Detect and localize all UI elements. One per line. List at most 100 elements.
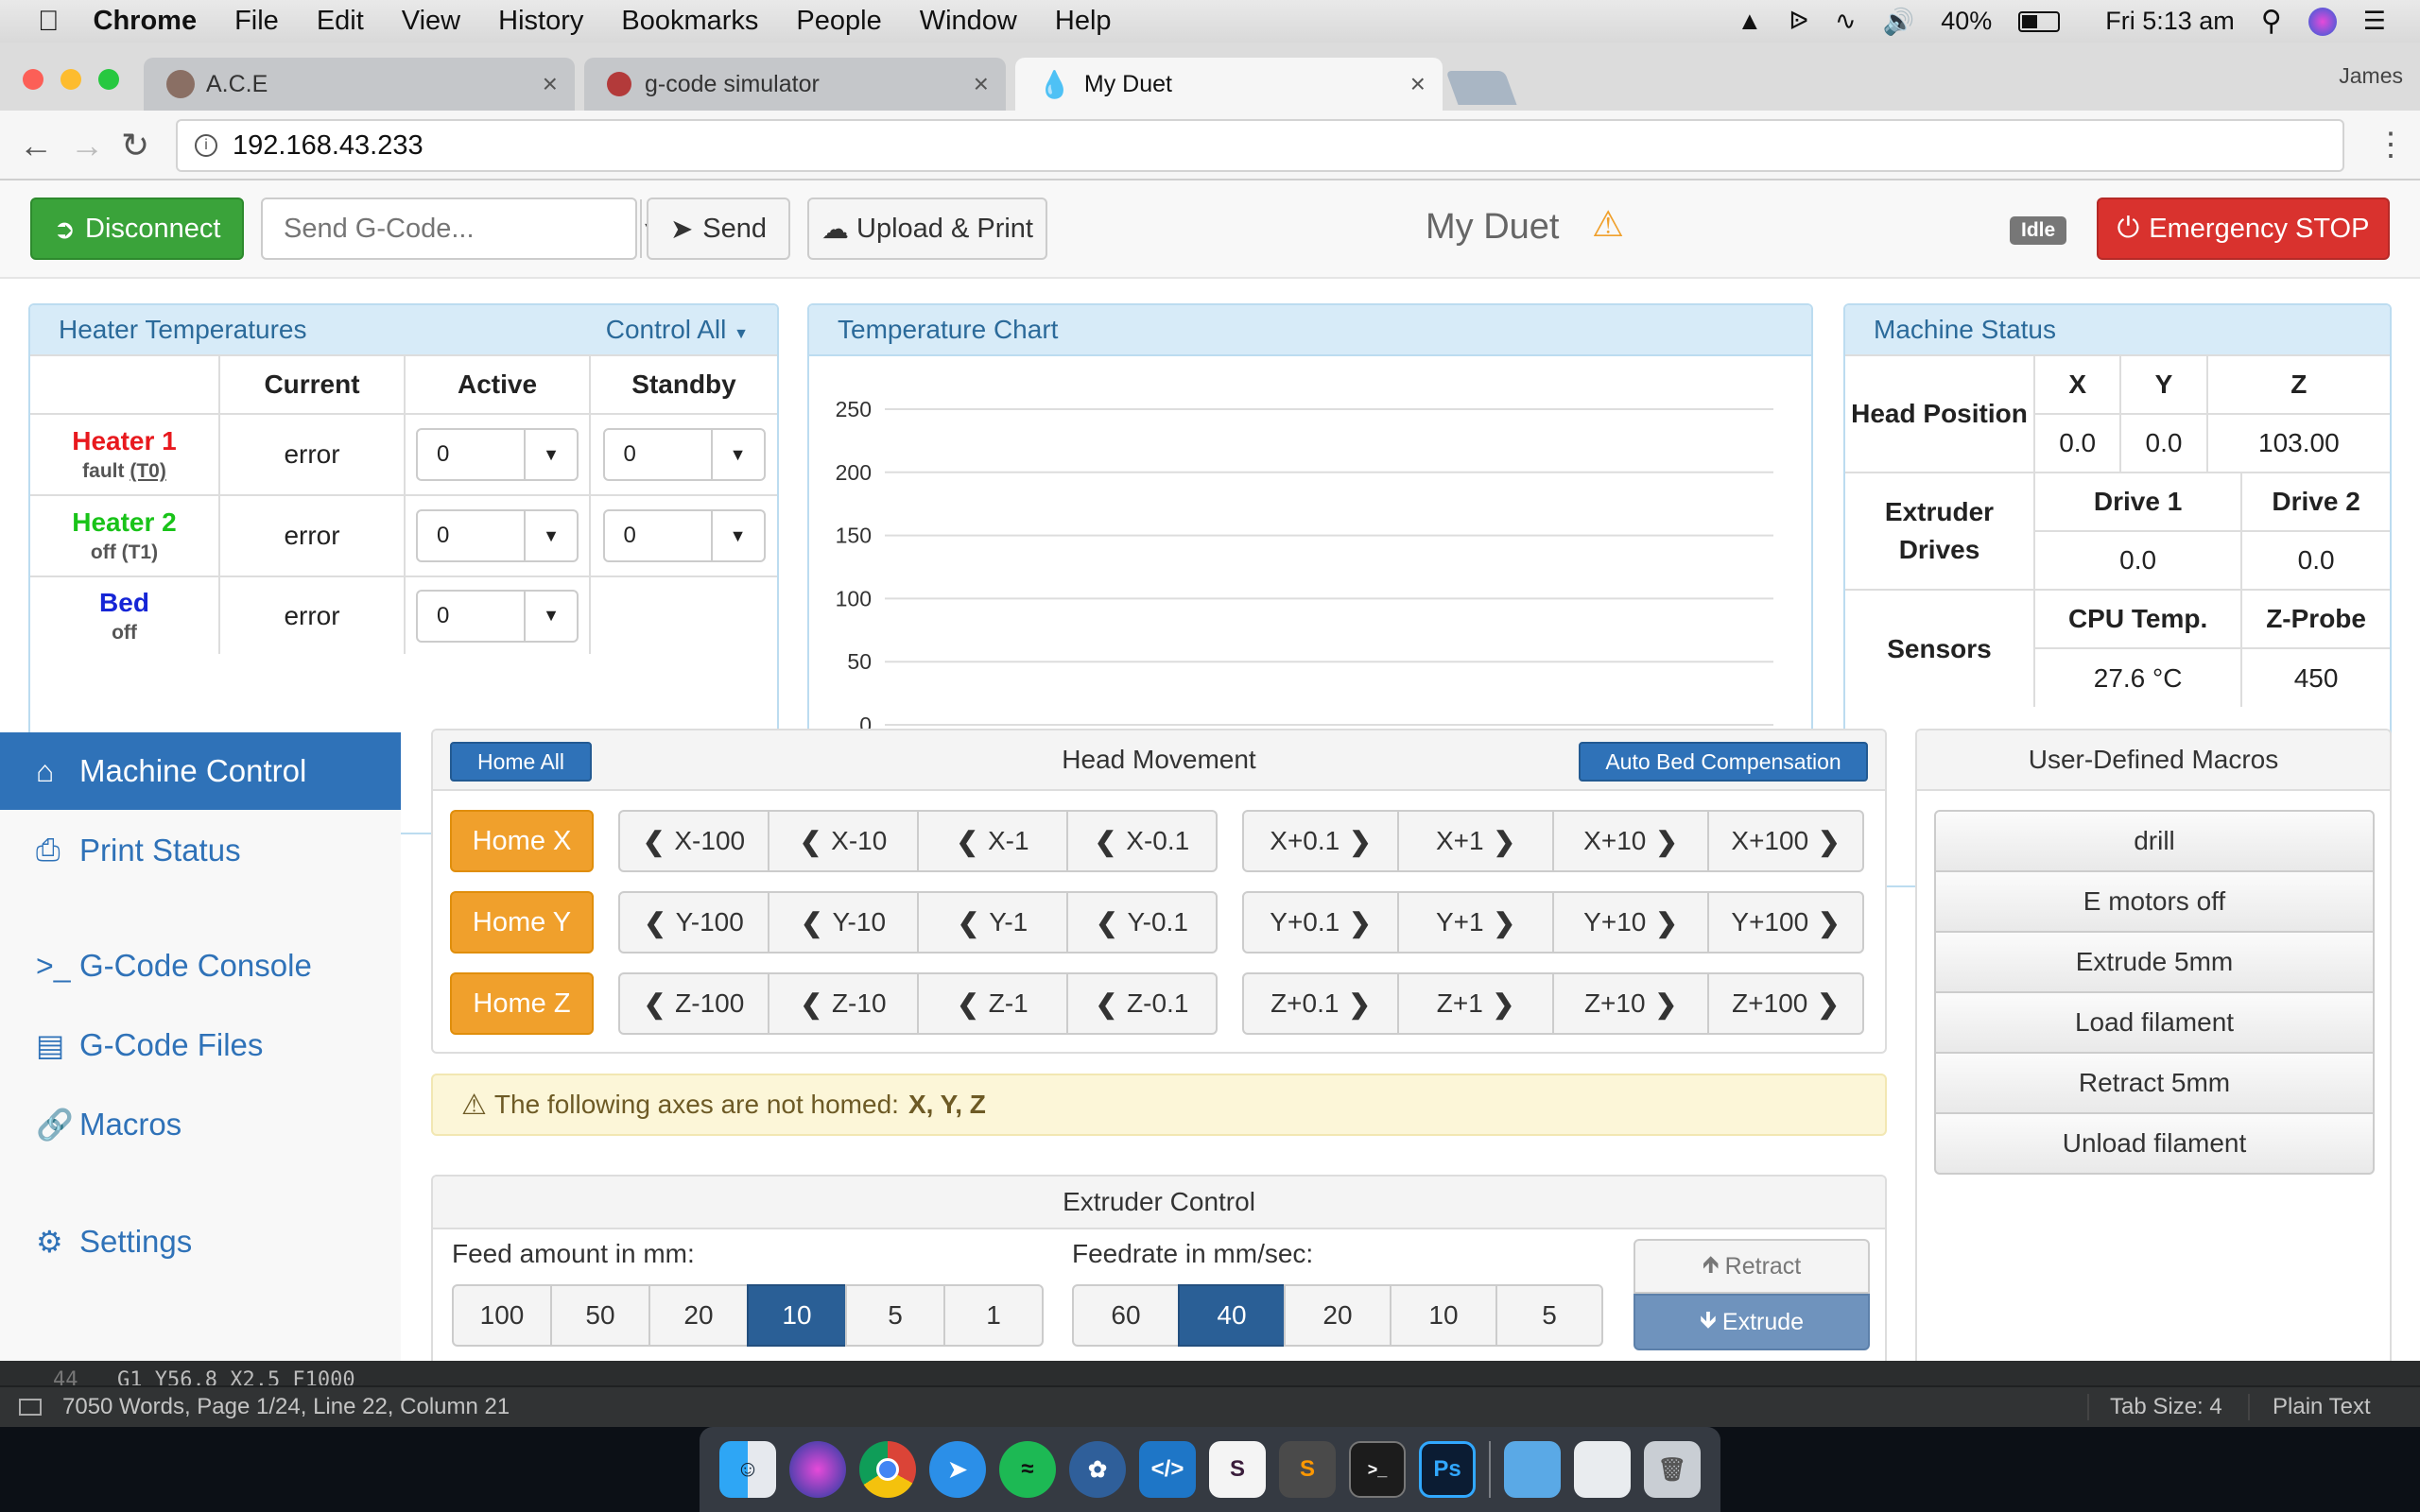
feed-option[interactable]: 100 (452, 1284, 552, 1347)
volume-icon[interactable]: 🔊 (1883, 7, 1915, 37)
macro-button[interactable]: Extrude 5mm (1934, 931, 2375, 993)
heater-tool-link[interactable]: (T0) (130, 460, 166, 482)
close-tab-icon[interactable]: × (543, 69, 558, 99)
browser-tab-ace[interactable]: A.C.E × (144, 58, 575, 111)
jog-button[interactable]: Z+10 ❯ (1552, 972, 1709, 1035)
sidebar-item-macros[interactable]: 🔗 Macros (0, 1086, 401, 1163)
menu-edit[interactable]: Edit (317, 6, 364, 37)
close-tab-icon[interactable]: × (1410, 69, 1426, 99)
heater-name[interactable]: Bed (30, 588, 218, 618)
profile-name[interactable]: James (2339, 63, 2403, 89)
disconnect-button[interactable]: ➲ Disconnect (30, 198, 244, 260)
sidebar-item-gcode-files[interactable]: ▤ G-Code Files (0, 1006, 401, 1084)
menu-people[interactable]: People (796, 6, 881, 37)
menu-window[interactable]: Window (920, 6, 1017, 37)
jog-button[interactable]: ❮ Y-0.1 (1066, 891, 1218, 954)
jog-button[interactable]: ❮ X-100 (618, 810, 769, 872)
macro-button[interactable]: Unload filament (1934, 1112, 2375, 1175)
clock[interactable]: Fri 5:13 am (2105, 7, 2235, 36)
drive-icon[interactable]: ▲ (1737, 7, 1762, 36)
jog-button[interactable]: ❮ Z-1 (917, 972, 1068, 1035)
macro-button[interactable]: Load filament (1934, 991, 2375, 1054)
feed-option[interactable]: 5 (845, 1284, 945, 1347)
reload-icon[interactable]: ↻ (121, 126, 149, 165)
sidebar-item-settings[interactable]: ⚙ Settings (0, 1203, 401, 1280)
bluetooth-icon[interactable]: ᐉ (1789, 7, 1808, 36)
jog-button[interactable]: Y+100 ❯ (1707, 891, 1864, 954)
control-all-dropdown[interactable]: Control All ▼ (606, 315, 749, 345)
menu-view[interactable]: View (402, 6, 460, 37)
home-y-button[interactable]: Home Y (450, 891, 594, 954)
retract-button[interactable]: 🡹 Retract (1634, 1239, 1870, 1294)
sublime-text-icon[interactable]: S (1279, 1441, 1336, 1498)
browser-tab-my-duet[interactable]: 💧 My Duet × (1015, 58, 1443, 111)
wifi-icon[interactable]: ∿ (1835, 7, 1857, 36)
feed-option[interactable]: 20 (648, 1284, 749, 1347)
jog-button[interactable]: ❮ Z-0.1 (1066, 972, 1218, 1035)
slack-icon[interactable]: S (1209, 1441, 1266, 1498)
chrome-icon[interactable] (859, 1441, 916, 1498)
sidebar-item-print-status[interactable]: ⎙ Print Status (0, 812, 401, 889)
window-close-button[interactable] (23, 69, 43, 90)
forward-icon[interactable]: → (70, 126, 104, 165)
jog-button[interactable]: ❮ X-10 (768, 810, 919, 872)
jog-button[interactable]: Y+0.1 ❯ (1242, 891, 1399, 954)
heater-standby-select[interactable]: 0 ▼ (602, 509, 766, 562)
battery-icon[interactable] (2018, 10, 2061, 32)
panel-toggle-icon[interactable] (19, 1399, 42, 1416)
jog-button[interactable]: ❮ Z-10 (768, 972, 919, 1035)
menu-app-name[interactable]: Chrome (94, 6, 198, 37)
window-minimize-button[interactable] (60, 69, 81, 90)
sidebar-item-gcode-console[interactable]: >_ G-Code Console (0, 927, 401, 1005)
jog-button[interactable]: ❮ Y-10 (768, 891, 919, 954)
upload-print-button[interactable]: ☁ Upload & Print (807, 198, 1047, 260)
home-x-button[interactable]: Home X (450, 810, 594, 872)
heater-active-select[interactable]: 0 ▼ (416, 428, 579, 481)
sidebar-item-machine-control[interactable]: ⌂ Machine Control (0, 732, 401, 810)
jog-button[interactable]: ❮ X-0.1 (1066, 810, 1218, 872)
tab-size[interactable]: Tab Size: 4 (2087, 1394, 2222, 1420)
rate-option[interactable]: 10 (1390, 1284, 1497, 1347)
battery-percent[interactable]: 40% (1941, 7, 1992, 36)
trash-icon[interactable]: 🗑 (1644, 1441, 1701, 1498)
heater-standby-select[interactable]: 0 ▼ (602, 428, 766, 481)
browser-menu-icon[interactable]: ⋮ (2375, 126, 2407, 163)
close-tab-icon[interactable]: × (974, 69, 989, 99)
emergency-stop-button[interactable]: ⏻ Emergency STOP (2097, 198, 2390, 260)
folder-icon[interactable] (1504, 1441, 1561, 1498)
feed-option[interactable]: 10 (747, 1284, 847, 1347)
launchpad-icon[interactable]: ➤ (929, 1441, 986, 1498)
documents-icon[interactable] (1574, 1441, 1631, 1498)
extrude-button[interactable]: 🡻 Extrude (1634, 1294, 1870, 1350)
menu-bookmarks[interactable]: Bookmarks (621, 6, 758, 37)
jog-button[interactable]: ❮ Z-100 (618, 972, 769, 1035)
jog-button[interactable]: Y+1 ❯ (1397, 891, 1554, 954)
info-icon[interactable]: i (195, 134, 217, 157)
macro-button[interactable]: drill (1934, 810, 2375, 872)
rate-option[interactable]: 60 (1072, 1284, 1180, 1347)
heater-name[interactable]: Heater 2 (30, 507, 218, 538)
jog-button[interactable]: Z+100 ❯ (1707, 972, 1864, 1035)
spotlight-search-icon[interactable]: ⚲ (2261, 5, 2282, 38)
macro-button[interactable]: E motors off (1934, 870, 2375, 933)
siri-icon[interactable] (789, 1441, 846, 1498)
sourcetree-icon[interactable]: ✿ (1069, 1441, 1126, 1498)
heater-active-select[interactable]: 0 ▼ (416, 509, 579, 562)
auto-bed-compensation-button[interactable]: Auto Bed Compensation (1579, 742, 1868, 782)
home-z-button[interactable]: Home Z (450, 972, 594, 1035)
finder-icon[interactable]: ☺ (719, 1441, 776, 1498)
url-field[interactable]: i 192.168.43.233 (176, 119, 2344, 172)
browser-tab-gcode-simulator[interactable]: g-code simulator × (584, 58, 1006, 111)
jog-button[interactable]: X+1 ❯ (1397, 810, 1554, 872)
menu-file[interactable]: File (234, 6, 279, 37)
rate-option[interactable]: 40 (1178, 1284, 1286, 1347)
home-all-button[interactable]: Home All (450, 742, 592, 782)
heater-active-select[interactable]: 0 ▼ (416, 589, 579, 643)
new-tab-button[interactable] (1445, 71, 1517, 105)
vscode-icon[interactable]: </> (1139, 1441, 1196, 1498)
feed-option[interactable]: 50 (550, 1284, 650, 1347)
menu-help[interactable]: Help (1055, 6, 1112, 37)
jog-button[interactable]: ❮ Y-1 (917, 891, 1068, 954)
macro-button[interactable]: Retract 5mm (1934, 1052, 2375, 1114)
notification-center-icon[interactable]: ☰ (2363, 7, 2386, 36)
